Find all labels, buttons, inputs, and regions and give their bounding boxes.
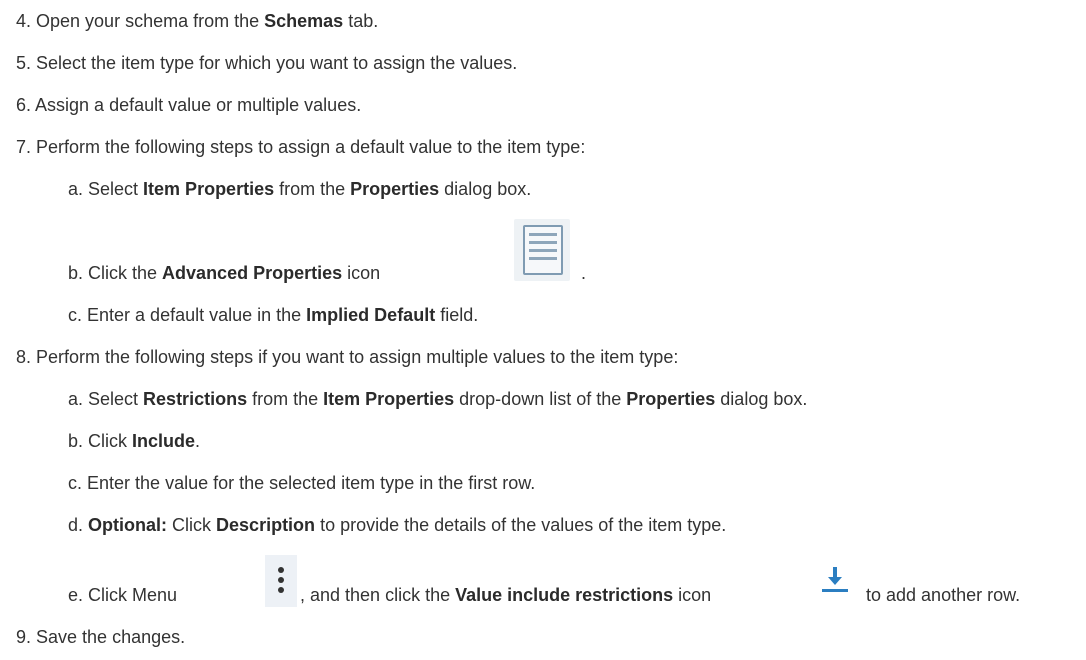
value-include-restrictions-icon bbox=[822, 567, 848, 592]
substep-8b: b. Click Include. bbox=[68, 431, 201, 451]
substep-7a: a. Select Item Properties from the Prope… bbox=[68, 179, 532, 199]
step-4: 4. Open your schema from the Schemas tab… bbox=[16, 11, 379, 31]
step-8: 8. Perform the following steps if you wa… bbox=[16, 347, 679, 367]
step-number: 8. bbox=[16, 347, 32, 367]
substep-8e-end: to add another row. bbox=[866, 585, 1021, 605]
step-7: 7. Perform the following steps to assign… bbox=[16, 137, 586, 157]
substep-8d: d. Optional: Click Description to provid… bbox=[68, 515, 727, 535]
step-number: 7. bbox=[16, 137, 32, 157]
step-number: 9. bbox=[16, 627, 32, 647]
substep-8e: e. Click Menu bbox=[68, 585, 178, 605]
substep-8c: c. Enter the value for the selected item… bbox=[68, 473, 536, 493]
step-6: 6. Assign a default value or multiple va… bbox=[16, 95, 362, 115]
step-number: 6. bbox=[16, 95, 32, 115]
substep-7b-period: . bbox=[581, 263, 587, 283]
substep-7c: c. Enter a default value in the Implied … bbox=[68, 305, 479, 325]
step-number: 5. bbox=[16, 53, 32, 73]
step-9: 9. Save the changes. bbox=[16, 627, 186, 647]
substep-8a: a. Select Restrictions from the Item Pro… bbox=[68, 389, 808, 409]
step-5: 5. Select the item type for which you wa… bbox=[16, 53, 518, 73]
schemas-tab-label: Schemas bbox=[264, 11, 344, 31]
step-number: 4. bbox=[16, 11, 32, 31]
substep-8e-cont: , and then click the Value include restr… bbox=[300, 585, 712, 605]
advanced-properties-icon bbox=[514, 219, 570, 281]
menu-icon bbox=[265, 555, 297, 607]
substep-7b: b. Click the Advanced Properties icon bbox=[68, 263, 381, 283]
